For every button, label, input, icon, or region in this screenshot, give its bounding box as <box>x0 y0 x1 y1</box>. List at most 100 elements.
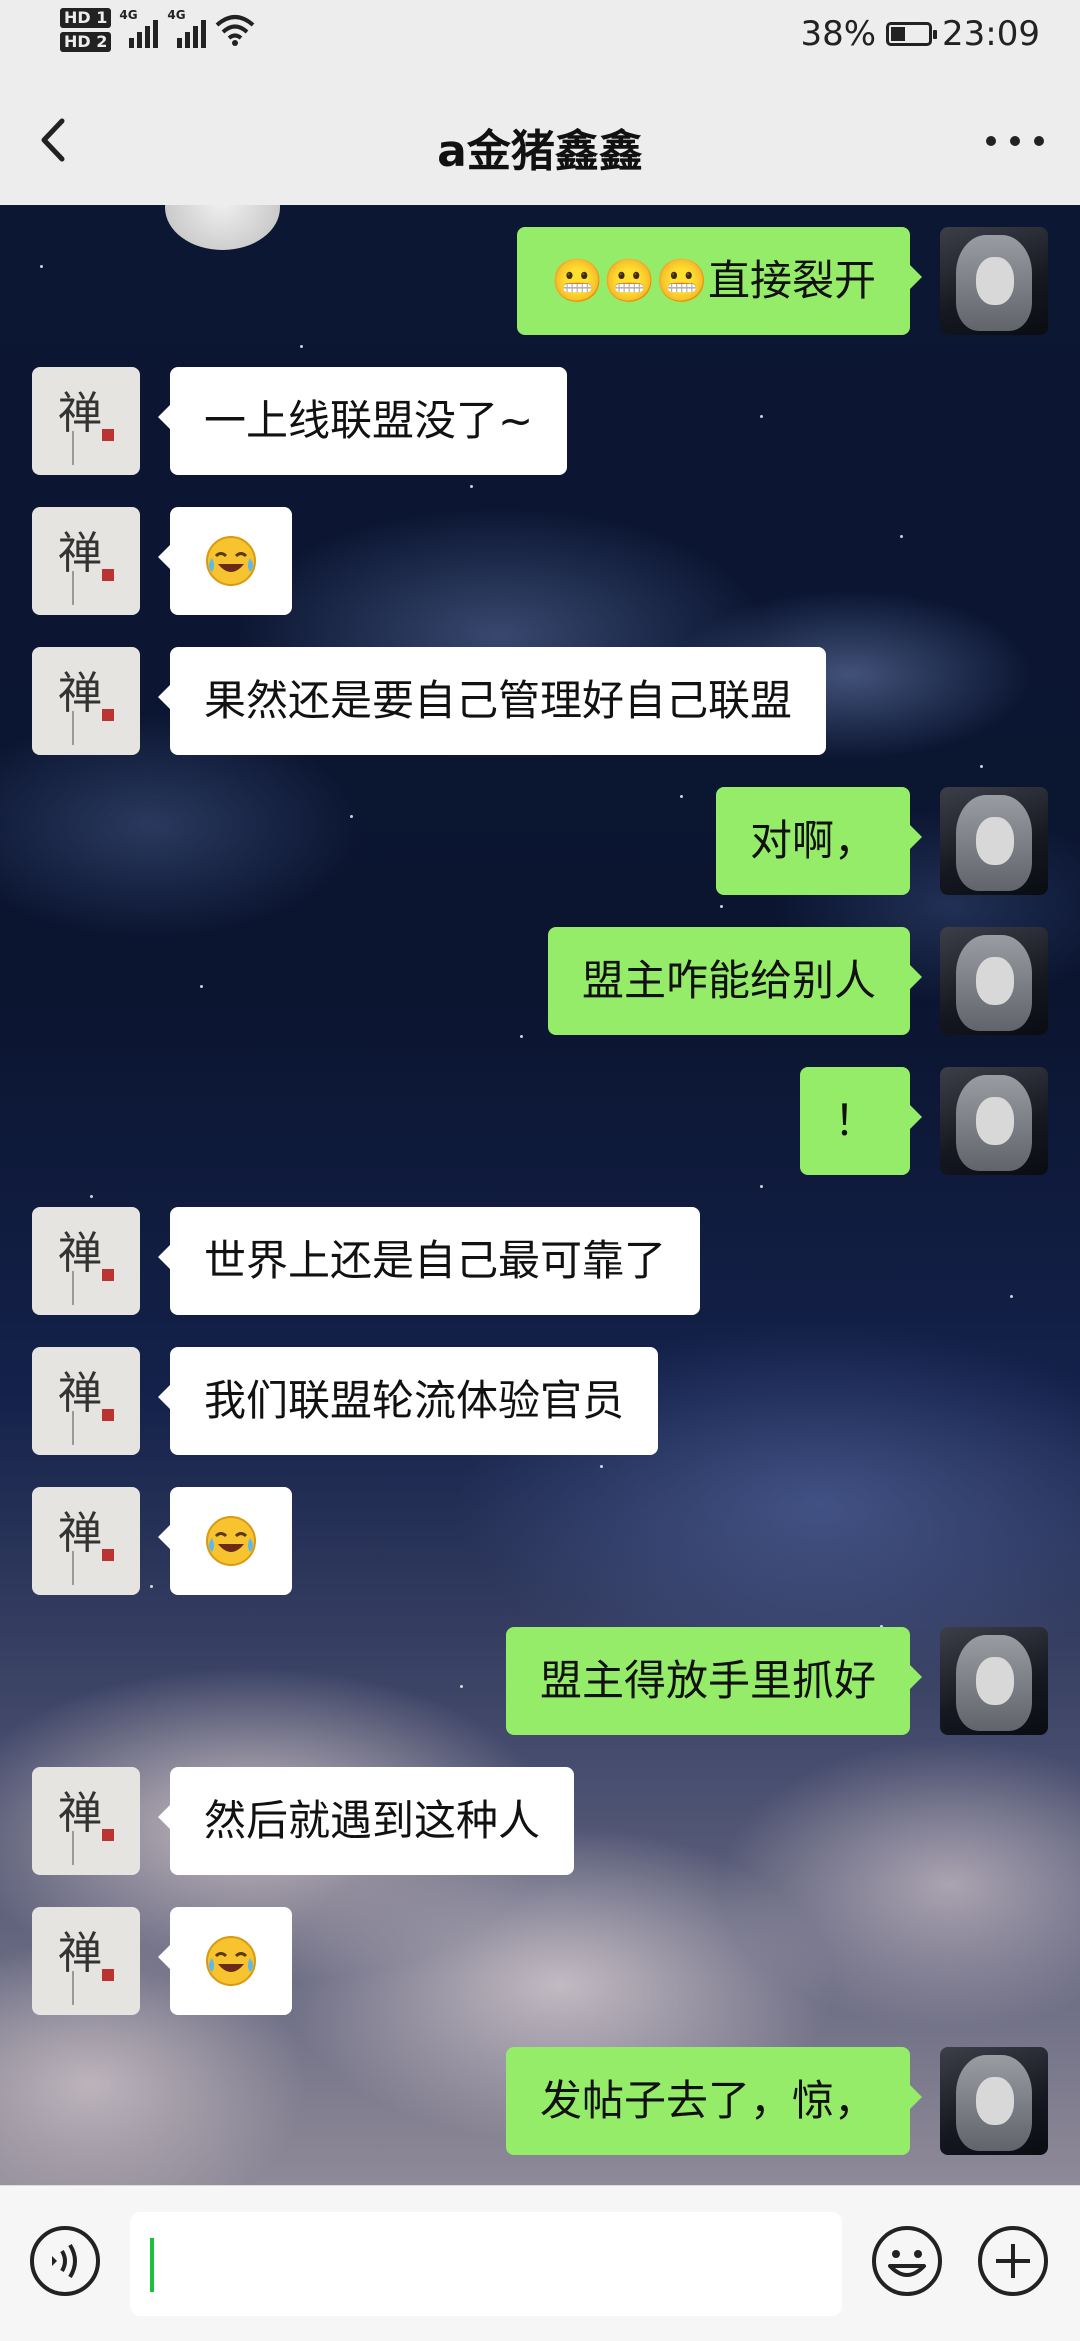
avatar-line <box>72 1551 74 1585</box>
avatar-seal <box>102 1269 114 1281</box>
message-text: 世界上还是自己最可靠了 <box>204 1236 667 1285</box>
crying-laughing-emoji-icon <box>206 1935 256 1986</box>
received-message[interactable]: 禅 然后就遇到这种人 <box>0 1767 1080 1875</box>
self-avatar[interactable] <box>940 1627 1048 1735</box>
status-right: 38% 23:09 <box>800 14 1040 54</box>
avatar-glyph: 禅 <box>58 1928 102 1979</box>
avatar-line <box>72 571 74 605</box>
message-bubble[interactable]: 世界上还是自己最可靠了 <box>157 1207 701 1315</box>
message-bubble[interactable]: 对啊， <box>715 787 923 895</box>
message-text: 盟主咋能给别人 <box>581 956 876 1005</box>
message-text: 发帖子去了，惊， <box>539 2076 876 2125</box>
contact-avatar[interactable]: 禅 <box>32 1907 140 2015</box>
more-dots-icon[interactable] <box>980 111 1050 171</box>
message-text: 我们联盟轮流体验官员 <box>204 1376 625 1425</box>
message-bubble[interactable]: 发帖子去了，惊， <box>505 2047 923 2155</box>
avatar-seal <box>102 1549 114 1561</box>
avatar-line <box>72 1411 74 1445</box>
emoji-icon[interactable] <box>870 2224 944 2298</box>
avatar-seal <box>102 709 114 721</box>
message-bubble[interactable] <box>158 1487 292 1595</box>
avatar-seal <box>102 1969 114 1981</box>
self-avatar[interactable] <box>940 2047 1048 2155</box>
chat-title: a金猪鑫鑫 <box>437 126 643 177</box>
sent-message[interactable]: 发帖子去了，惊， <box>0 2047 1080 2155</box>
battery-fill <box>891 27 905 41</box>
sent-message[interactable]: 盟主得放手里抓好 <box>0 1627 1080 1735</box>
message-text: 一上线联盟没了~ <box>204 396 534 445</box>
message-bubble[interactable] <box>158 1907 292 2015</box>
network-1-label: 4G <box>119 8 138 22</box>
status-left: HD 1 HD 2 4G 4G <box>60 8 255 52</box>
self-avatar[interactable] <box>940 227 1048 335</box>
message-bubble[interactable]: 果然还是要自己管理好自己联盟 <box>157 647 827 755</box>
battery-percent: 38% <box>800 14 877 54</box>
star-decoration <box>470 485 473 488</box>
avatar-glyph: 禅 <box>58 668 102 719</box>
message-bubble[interactable] <box>158 507 292 615</box>
plus-icon[interactable] <box>976 2224 1050 2298</box>
received-message[interactable]: 禅 我们联盟轮流体验官员 <box>0 1347 1080 1455</box>
title-bar: a金猪鑫鑫 <box>0 75 1080 206</box>
received-message[interactable]: 禅 一上线联盟没了~ <box>0 367 1080 475</box>
self-avatar[interactable] <box>940 787 1048 895</box>
message-text: 果然还是要自己管理好自己联盟 <box>204 676 793 725</box>
avatar-face <box>976 957 1014 1005</box>
signal-2-icon: 4G <box>167 8 207 52</box>
avatar-line <box>72 711 74 745</box>
voice-icon[interactable] <box>28 2224 102 2298</box>
sim1-badge: HD 1 <box>60 8 112 28</box>
avatar-face <box>976 1657 1014 1705</box>
star-decoration <box>980 765 983 768</box>
message-bubble[interactable]: 然后就遇到这种人 <box>157 1767 575 1875</box>
avatar-line <box>72 1831 74 1865</box>
message-bubble[interactable]: 盟主咋能给别人 <box>547 927 923 1035</box>
message-text: 盟主得放手里抓好 <box>539 1656 876 1705</box>
message-text: 对啊， <box>749 816 876 865</box>
sent-message[interactable]: 盟主咋能给别人 <box>0 927 1080 1035</box>
received-message[interactable]: 禅 <box>0 1487 1080 1595</box>
self-avatar[interactable] <box>940 1067 1048 1175</box>
message-input[interactable] <box>130 2212 842 2316</box>
received-message[interactable]: 禅 果然还是要自己管理好自己联盟 <box>0 647 1080 755</box>
clock: 23:09 <box>942 14 1040 54</box>
sent-message[interactable]: ！ <box>0 1067 1080 1175</box>
avatar-glyph: 禅 <box>58 1228 102 1279</box>
crying-laughing-emoji-icon <box>206 535 256 586</box>
contact-avatar[interactable]: 禅 <box>32 1487 140 1595</box>
network-2-label: 4G <box>167 8 186 22</box>
chat-area[interactable]: 😬😬😬直接裂开禅一上线联盟没了~ 禅禅果然还是要自己管理好自己联盟 对啊， 盟主咋能给… <box>0 205 1080 2185</box>
contact-avatar[interactable]: 禅 <box>32 1347 140 1455</box>
message-text: ！ <box>833 1096 876 1145</box>
avatar-face <box>976 817 1014 865</box>
received-message[interactable]: 禅 世界上还是自己最可靠了 <box>0 1207 1080 1315</box>
contact-avatar[interactable]: 禅 <box>32 1767 140 1875</box>
crying-laughing-emoji-icon <box>206 1515 256 1566</box>
avatar-glyph: 禅 <box>58 528 102 579</box>
message-bubble[interactable]: ！ <box>799 1067 923 1175</box>
contact-avatar[interactable]: 禅 <box>32 1207 140 1315</box>
message-bubble[interactable]: 😬😬😬直接裂开 <box>517 227 922 335</box>
avatar-line <box>72 431 74 465</box>
avatar-glyph: 禅 <box>58 1788 102 1839</box>
contact-avatar[interactable]: 禅 <box>32 367 140 475</box>
message-bubble[interactable]: 一上线联盟没了~ <box>157 367 568 475</box>
avatar-seal <box>102 1409 114 1421</box>
avatar-seal <box>102 569 114 581</box>
sent-message[interactable]: 😬😬😬直接裂开 <box>0 227 1080 335</box>
avatar-line <box>72 1271 74 1305</box>
self-avatar[interactable] <box>940 927 1048 1035</box>
contact-avatar[interactable]: 禅 <box>32 507 140 615</box>
battery-icon <box>886 22 938 46</box>
message-bubble[interactable]: 我们联盟轮流体验官员 <box>157 1347 659 1455</box>
avatar-face <box>976 2077 1014 2125</box>
sent-message[interactable]: 对啊， <box>0 787 1080 895</box>
message-bubble[interactable]: 盟主得放手里抓好 <box>505 1627 923 1735</box>
contact-avatar[interactable]: 禅 <box>32 647 140 755</box>
avatar-glyph: 禅 <box>58 1508 102 1559</box>
text-cursor <box>150 2238 154 2292</box>
received-message[interactable]: 禅 <box>0 1907 1080 2015</box>
status-bar: HD 1 HD 2 4G 4G 38% 23:09 <box>0 0 1080 75</box>
avatar-line <box>72 1971 74 2005</box>
received-message[interactable]: 禅 <box>0 507 1080 615</box>
